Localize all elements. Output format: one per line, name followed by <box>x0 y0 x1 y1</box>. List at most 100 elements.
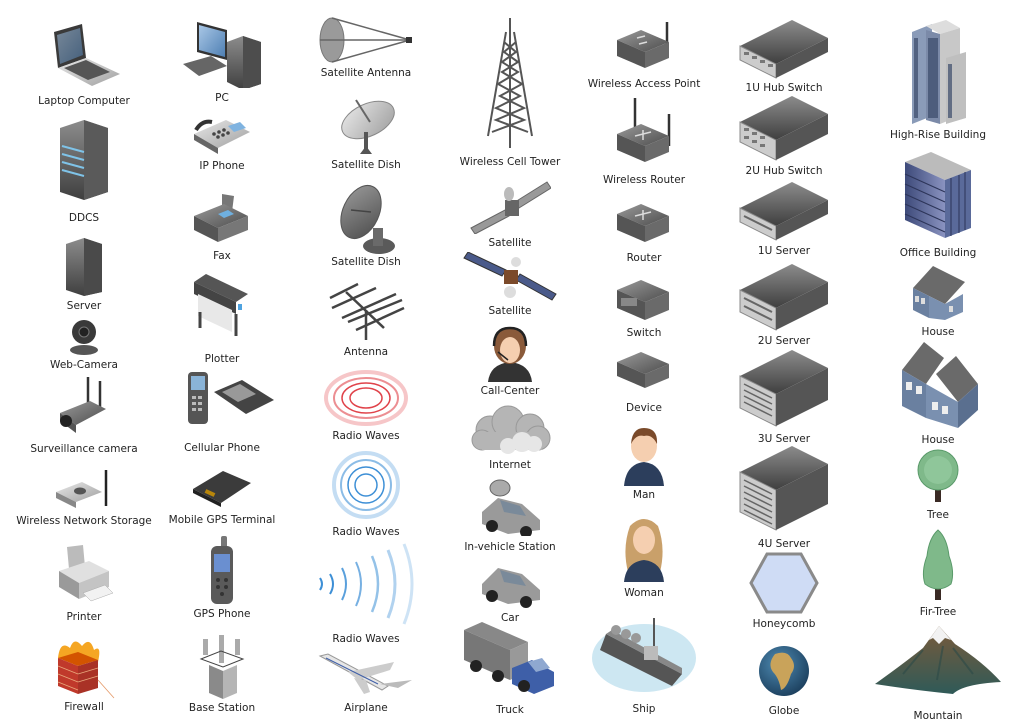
call-center-icon <box>488 326 532 382</box>
label-call-center: Call-Center <box>480 385 540 397</box>
shape-satellite-dish-1[interactable] <box>336 96 396 156</box>
shape-pc[interactable] <box>181 18 263 88</box>
shape-switch[interactable] <box>613 274 675 324</box>
webcam-icon <box>70 320 98 355</box>
shape-gps-phone[interactable] <box>209 536 235 606</box>
router-icon <box>617 204 669 242</box>
shape-2u-hub-switch[interactable] <box>736 96 832 162</box>
shape-call-center[interactable] <box>482 326 538 382</box>
woman-icon <box>624 519 664 582</box>
shape-high-rise-building[interactable] <box>906 20 970 126</box>
shape-man[interactable] <box>622 428 666 486</box>
shape-device[interactable] <box>613 348 675 396</box>
label-tree: Tree <box>927 509 949 521</box>
shape-internet[interactable] <box>468 404 552 454</box>
shape-satellite-dish-2[interactable] <box>335 184 397 256</box>
shape-2u-server[interactable] <box>736 264 832 332</box>
shape-woman[interactable] <box>622 518 666 582</box>
shape-laptop-computer[interactable] <box>46 22 122 88</box>
label-plotter: Plotter <box>204 353 240 365</box>
antenna-icon <box>329 282 405 340</box>
shape-fax[interactable] <box>192 192 252 246</box>
rack-2u-hub-icon <box>739 96 828 161</box>
label-globe: Globe <box>768 705 800 717</box>
shape-base-station[interactable] <box>197 635 247 701</box>
shape-server[interactable] <box>64 236 104 296</box>
label-base-station: Base Station <box>188 702 256 714</box>
label-switch: Switch <box>626 327 662 339</box>
shape-3u-server[interactable] <box>736 350 832 428</box>
shape-1u-hub-switch[interactable] <box>736 20 832 80</box>
shape-radio-waves-arc[interactable] <box>316 542 416 626</box>
shape-honeycomb[interactable] <box>749 552 819 614</box>
shape-web-camera[interactable] <box>67 318 101 356</box>
shape-printer[interactable] <box>55 545 113 607</box>
label-1u-server: 1U Server <box>757 245 811 257</box>
label-radio-waves-red: Radio Waves <box>332 430 400 442</box>
shape-house-1[interactable] <box>909 264 967 322</box>
hexagon-icon <box>749 552 819 614</box>
shape-car[interactable] <box>478 562 542 608</box>
shape-wireless-network-storage[interactable] <box>54 468 114 510</box>
shape-radio-waves-blue[interactable] <box>331 450 401 520</box>
radio-waves-blue-icon <box>332 451 400 519</box>
shape-antenna[interactable] <box>326 282 406 342</box>
shape-cellular-phone[interactable] <box>184 370 276 426</box>
rack-3u-server-icon <box>739 350 828 427</box>
satellite-gray-icon <box>470 181 551 234</box>
shape-truck[interactable] <box>462 622 558 698</box>
shape-mobile-gps-terminal[interactable] <box>191 465 253 507</box>
mountain-icon <box>875 626 1001 694</box>
shape-office-building[interactable] <box>901 150 975 242</box>
globe-icon <box>759 646 809 696</box>
pc-icon <box>183 22 261 88</box>
satellite-dish-large-icon <box>340 185 395 254</box>
shape-router[interactable] <box>613 198 675 246</box>
shape-tree[interactable] <box>913 448 963 504</box>
switch-icon <box>617 280 669 320</box>
shape-in-vehicle-station[interactable] <box>478 478 542 536</box>
shape-wireless-cell-tower[interactable] <box>484 18 536 150</box>
ship-icon <box>592 618 696 692</box>
house-large-icon <box>902 342 978 428</box>
label-4u-server: 4U Server <box>757 538 811 550</box>
shape-firewall[interactable] <box>52 636 116 700</box>
shape-plotter[interactable] <box>192 272 252 338</box>
shape-surveillance-camera[interactable] <box>56 375 112 435</box>
label-airplane: Airplane <box>344 702 388 714</box>
shape-ip-phone[interactable] <box>192 112 252 156</box>
rack-4u-server-icon <box>739 446 828 531</box>
shape-house-2[interactable] <box>896 340 980 432</box>
label-office-building: Office Building <box>899 247 977 259</box>
fax-icon <box>194 194 248 242</box>
gps-phone-icon <box>211 536 233 604</box>
label-satellite-dish-2: Satellite Dish <box>331 256 401 268</box>
shape-globe[interactable] <box>757 644 811 698</box>
shape-4u-server[interactable] <box>736 446 832 532</box>
label-satellite-2: Satellite <box>488 305 532 317</box>
label-wireless-cell-tower: Wireless Cell Tower <box>459 156 561 168</box>
shape-mountain[interactable] <box>873 624 1003 696</box>
label-3u-server: 3U Server <box>757 433 811 445</box>
satellite-blue-icon <box>463 252 557 301</box>
label-satellite-1: Satellite <box>488 237 532 249</box>
label-woman: Woman <box>624 587 664 599</box>
shape-radio-waves-red[interactable] <box>323 370 409 426</box>
shape-airplane[interactable] <box>318 652 414 696</box>
label-house-1: House <box>921 326 955 338</box>
label-web-camera: Web-Camera <box>50 359 118 371</box>
shape-satellite-antenna[interactable] <box>318 16 414 64</box>
label-truck: Truck <box>496 704 524 716</box>
shape-wireless-access-point[interactable] <box>613 20 675 74</box>
shape-1u-server[interactable] <box>736 182 832 242</box>
shape-ship[interactable] <box>592 612 696 698</box>
firewall-icon <box>57 641 115 699</box>
shape-fir-tree[interactable] <box>919 528 957 602</box>
tree-icon <box>917 449 959 502</box>
shape-satellite-2[interactable] <box>462 252 558 304</box>
rack-2u-server-icon <box>739 264 828 331</box>
shape-satellite-1[interactable] <box>469 180 551 234</box>
label-mountain: Mountain <box>913 710 963 722</box>
shape-wireless-router[interactable] <box>613 96 675 168</box>
shape-ddcs[interactable] <box>58 118 110 200</box>
